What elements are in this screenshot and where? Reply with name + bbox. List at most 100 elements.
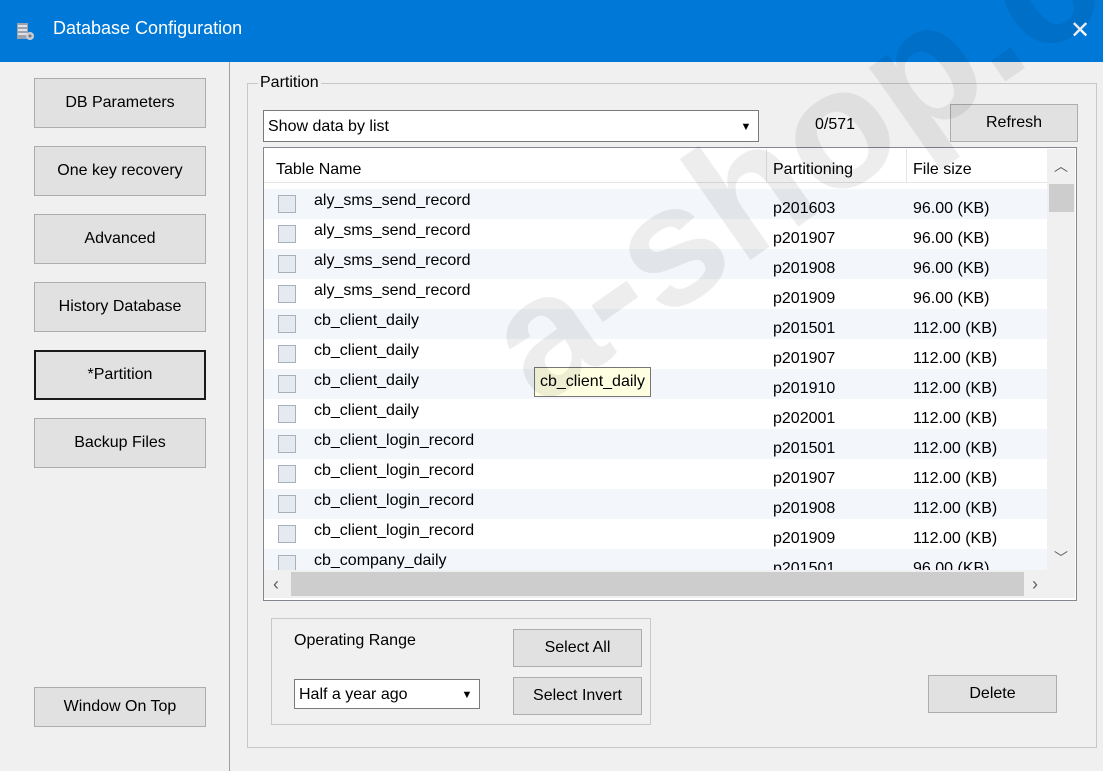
cell-file-size: 96.00 (KB) — [913, 200, 990, 217]
row-checkbox[interactable] — [278, 405, 296, 423]
chevron-down-icon: ▼ — [740, 121, 752, 133]
cell-file-size: 96.00 (KB) — [913, 230, 990, 247]
chevron-up-icon[interactable]: ︿ — [1049, 156, 1073, 176]
view-mode-select[interactable]: Show data by list ▼ — [263, 110, 759, 142]
cell-partitioning: p201909 — [773, 530, 836, 547]
table-row[interactable]: cb_client_daily p201907 112.00 (KB) — [264, 339, 1047, 369]
table-header: Table Name Partitioning File size — [264, 149, 1047, 182]
sidebar-item-history-database[interactable]: History Database — [34, 282, 206, 332]
table-row[interactable]: aly_sms_send_record p201603 96.00 (KB) — [264, 189, 1047, 219]
cell-partitioning: p201907 — [773, 350, 836, 367]
close-button[interactable]: ✕ — [1060, 12, 1100, 50]
row-checkbox[interactable] — [278, 375, 296, 393]
cell-table-name: cb_client_daily — [314, 372, 419, 389]
select-invert-button[interactable]: Select Invert — [513, 677, 642, 715]
sidebar-item-backup-files[interactable]: Backup Files — [34, 418, 206, 468]
row-checkbox[interactable] — [278, 525, 296, 543]
cell-partitioning: p201908 — [773, 500, 836, 517]
table-row[interactable]: aly_sms_send_record p201909 96.00 (KB) — [264, 279, 1047, 309]
table-row[interactable]: cb_client_login_record p201908 112.00 (K… — [264, 489, 1047, 519]
partition-legend: Partition — [258, 74, 321, 92]
operating-range-value: Half a year ago — [299, 686, 408, 703]
cell-file-size: 112.00 (KB) — [913, 530, 998, 547]
table-row[interactable]: cb_company_daily p201501 96.00 (KB) — [264, 549, 1047, 570]
cell-file-size: 112.00 (KB) — [913, 500, 998, 517]
column-header-partitioning[interactable]: Partitioning — [773, 149, 853, 182]
cell-table-name: aly_sms_send_record — [314, 282, 471, 299]
scrollbar-corner — [1047, 570, 1075, 598]
cell-partitioning: p202001 — [773, 410, 836, 427]
cell-partitioning: p201501 — [773, 320, 836, 337]
row-checkbox[interactable] — [278, 495, 296, 513]
row-checkbox[interactable] — [278, 345, 296, 363]
cell-table-name: cb_client_daily — [314, 402, 419, 419]
cell-partitioning: p201910 — [773, 380, 836, 397]
table-body: aly_sms_send_record p201603 96.00 (KB) a… — [264, 185, 1047, 570]
sidebar-item-db-parameters[interactable]: DB Parameters — [34, 78, 206, 128]
cell-table-name: aly_sms_send_record — [314, 222, 471, 239]
column-header-table-name[interactable]: Table Name — [276, 149, 361, 182]
table-row[interactable]: aly_sms_send_record p201908 96.00 (KB) — [264, 249, 1047, 279]
operating-range-select[interactable]: Half a year ago ▼ — [294, 679, 480, 709]
cell-partitioning: p201907 — [773, 470, 836, 487]
table-row[interactable]: cb_client_login_record p201501 112.00 (K… — [264, 429, 1047, 459]
table-row[interactable]: cb_client_login_record p201909 112.00 (K… — [264, 519, 1047, 549]
row-checkbox[interactable] — [278, 555, 296, 570]
record-count: 0/571 — [815, 116, 856, 133]
cell-partitioning: p201909 — [773, 290, 836, 307]
row-checkbox[interactable] — [278, 225, 296, 243]
row-checkbox[interactable] — [278, 315, 296, 333]
cell-file-size: 112.00 (KB) — [913, 470, 998, 487]
vertical-scrollbar[interactable] — [1047, 149, 1075, 570]
cell-partitioning: p201501 — [773, 560, 836, 570]
cell-table-name: cb_client_login_record — [314, 432, 475, 449]
cell-table-name: cb_client_login_record — [314, 522, 475, 539]
sidebar-item-one-key-recovery[interactable]: One key recovery — [34, 146, 206, 196]
cell-file-size: 112.00 (KB) — [913, 380, 998, 397]
chevron-left-icon[interactable]: ‹ — [266, 574, 286, 595]
table-row[interactable]: cb_client_daily p201501 112.00 (KB) — [264, 309, 1047, 339]
cell-file-size: 96.00 (KB) — [913, 560, 990, 570]
cell-table-name: cb_client_daily — [314, 312, 419, 329]
cell-file-size: 112.00 (KB) — [913, 440, 998, 457]
refresh-button[interactable]: Refresh — [950, 104, 1078, 142]
table-row[interactable]: aly_sms_send_record p201907 96.00 (KB) — [264, 219, 1047, 249]
cell-file-size: 112.00 (KB) — [913, 350, 998, 367]
column-separator[interactable] — [906, 149, 907, 182]
cell-partitioning: p201603 — [773, 200, 836, 217]
row-checkbox[interactable] — [278, 435, 296, 453]
row-checkbox[interactable] — [278, 465, 296, 483]
table-row[interactable]: cb_client_login_record p201907 112.00 (K… — [264, 459, 1047, 489]
row-tooltip: cb_client_daily — [534, 367, 651, 397]
chevron-down-icon[interactable]: ﹀ — [1049, 548, 1073, 568]
column-header-file-size[interactable]: File size — [913, 149, 972, 182]
horizontal-scroll-thumb[interactable] — [291, 572, 1024, 596]
select-all-button[interactable]: Select All — [513, 629, 642, 667]
row-checkbox[interactable] — [278, 255, 296, 273]
cell-file-size: 96.00 (KB) — [913, 260, 990, 277]
row-checkbox[interactable] — [278, 195, 296, 213]
cell-table-name: aly_sms_send_record — [314, 192, 471, 209]
chevron-down-icon: ▼ — [461, 689, 473, 701]
cell-partitioning: p201907 — [773, 230, 836, 247]
view-mode-value: Show data by list — [268, 118, 389, 135]
table-row[interactable]: cb_client_daily p201910 112.00 (KB) — [264, 369, 1047, 399]
cell-table-name: cb_company_daily — [314, 552, 447, 569]
operating-range-label: Operating Range — [294, 632, 416, 649]
chevron-right-icon[interactable]: › — [1025, 574, 1045, 595]
delete-button[interactable]: Delete — [928, 675, 1057, 713]
window-title: Database Configuration — [53, 18, 243, 38]
sidebar-item-partition[interactable]: *Partition — [34, 350, 206, 400]
sidebar-item-advanced[interactable]: Advanced — [34, 214, 206, 264]
table-row[interactable]: cb_client_daily p202001 112.00 (KB) — [264, 399, 1047, 429]
column-separator[interactable] — [766, 149, 767, 182]
window-on-top-button[interactable]: Window On Top — [34, 687, 206, 727]
cell-partitioning: p201501 — [773, 440, 836, 457]
cell-table-name: cb_client_login_record — [314, 462, 475, 479]
header-divider — [264, 182, 1047, 183]
vertical-scroll-thumb[interactable] — [1049, 184, 1074, 212]
cell-file-size: 112.00 (KB) — [913, 320, 998, 337]
cell-file-size: 96.00 (KB) — [913, 290, 990, 307]
cell-table-name: aly_sms_send_record — [314, 252, 471, 269]
row-checkbox[interactable] — [278, 285, 296, 303]
